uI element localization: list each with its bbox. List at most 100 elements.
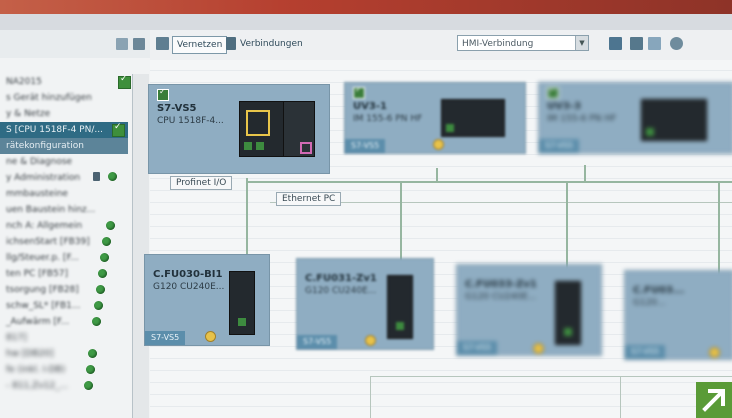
device-name: C.FU031-Zv1 <box>305 273 377 284</box>
profinet-bus-line <box>246 181 732 183</box>
port-icon <box>238 318 246 326</box>
network-tag: S7-VS5 <box>457 341 498 355</box>
highlight-icon[interactable] <box>630 37 643 50</box>
tree-item[interactable]: - 811,Zv12_... <box>0 378 128 394</box>
status-ok-icon <box>84 381 93 390</box>
status-ok-icon <box>106 221 115 230</box>
vernetzen-button[interactable]: Vernetzen <box>172 36 228 54</box>
status-icon <box>709 347 720 358</box>
status-icon <box>433 139 444 150</box>
connection-icon[interactable] <box>226 37 236 50</box>
device-uv3-3[interactable]: UV3-3 IM 155-6 PN HF S7-VS5 <box>538 82 732 154</box>
status-ok-icon <box>108 172 117 181</box>
network-icon[interactable] <box>156 37 169 50</box>
external-link-icon[interactable] <box>696 382 732 418</box>
status-ok-icon <box>102 237 111 246</box>
port-icon <box>446 124 454 132</box>
device-type: G120 CU240E... <box>305 286 377 296</box>
device-type: G120... <box>633 298 666 308</box>
address-icon[interactable] <box>609 37 622 50</box>
tree-item[interactable]: mmbausteine <box>0 186 128 202</box>
layout-icon[interactable] <box>648 37 661 50</box>
lock-icon <box>93 172 100 181</box>
tree-item[interactable]: 817] <box>0 330 128 346</box>
check-icon <box>157 87 169 101</box>
status-icon <box>365 335 376 346</box>
io-module <box>441 99 505 137</box>
device-type: IM 155-6 PN HF <box>547 114 617 124</box>
verbindungen-button[interactable]: Verbindungen <box>240 36 303 52</box>
tree-item[interactable]: fe (inkl. I-DB) <box>0 362 128 378</box>
ethernet-label: Ethernet PC <box>276 192 342 206</box>
port-icon <box>396 322 404 330</box>
tree-item[interactable]: y & Netze <box>0 106 128 122</box>
drive-module <box>229 271 255 335</box>
status-icon <box>533 343 544 354</box>
drive-module <box>555 281 581 345</box>
device-type: IM 155-6 PN HF <box>353 114 423 124</box>
status-icon <box>205 331 216 342</box>
tree-item[interactable]: ne & Diagnose <box>0 154 128 170</box>
tree-item[interactable]: tsorgung [FB28] <box>0 282 128 298</box>
device-name: C.FU030-BI1 <box>153 269 223 280</box>
status-ok-icon <box>86 365 95 374</box>
device-name: C.FU033-Zv1 <box>465 279 537 290</box>
tree-export-icon[interactable] <box>133 38 145 50</box>
device-cfu031[interactable]: C.FU031-Zv1 G120 CU240E... S7-VS5 <box>296 258 434 350</box>
tree-item[interactable]: hw [DB20] <box>0 346 128 362</box>
connection-type-select[interactable]: HMI-Verbindung ▼ <box>457 35 589 51</box>
network-tag: S7-VS5 <box>297 335 338 349</box>
check-icon <box>118 74 131 89</box>
status-ok-icon <box>100 253 109 262</box>
tree-status-column <box>132 74 149 418</box>
tree-item-selected[interactable]: S [CPU 1518F-4 PN/... <box>0 122 128 138</box>
check-icon <box>112 122 125 137</box>
tree-item[interactable]: NA2015 <box>0 74 128 90</box>
tree-item[interactable]: ten PC [FB57] <box>0 266 128 282</box>
bus-drop-line <box>584 165 586 182</box>
network-tag: S7-VS5 <box>625 345 666 359</box>
profinet-label: Profinet I/O <box>170 176 233 190</box>
connection-type-value: HMI-Verbindung <box>462 39 534 49</box>
drive-module <box>387 275 413 339</box>
tree-item[interactable]: schw_SL* [FB1... <box>0 298 128 314</box>
device-name: UV3-3 <box>547 101 581 112</box>
device-type: G120 CU240E... <box>465 292 537 302</box>
bus-drop-line <box>718 182 720 282</box>
io-module <box>283 101 315 157</box>
network-canvas[interactable]: S7-VS5 CPU 1518F-4... UV3-1 IM 155-6 PN … <box>144 60 732 418</box>
display-icon <box>246 110 270 136</box>
device-uv3-1[interactable]: UV3-1 IM 155-6 PN HF S7-VS5 <box>344 82 526 154</box>
device-cfu033[interactable]: C.FU033-Zv1 G120 CU240E... S7-VS5 <box>456 264 602 356</box>
chevron-down-icon[interactable]: ▼ <box>575 36 588 50</box>
status-ok-icon <box>94 301 103 310</box>
check-icon <box>547 85 559 99</box>
device-s7-cpu[interactable]: S7-VS5 CPU 1518F-4... <box>148 84 330 174</box>
window-title-bar <box>0 0 732 14</box>
cpu-module <box>239 101 285 157</box>
screen: NA2015 s Gerät hinzufügen y & Netze S [C… <box>0 0 732 418</box>
project-tree-toolbar <box>0 30 150 58</box>
device-cfu03x[interactable]: C.FU03... G120... S7-VS5 <box>624 270 732 360</box>
port-icon <box>564 328 572 336</box>
network-tag: S7-VS5 <box>539 139 580 153</box>
lower-bus-line <box>370 376 732 377</box>
device-type: G120 CU240E... <box>153 282 225 292</box>
port-icon <box>300 142 312 154</box>
network-view-toolbar: Vernetzen Verbindungen HMI-Verbindung ▼ <box>150 30 732 61</box>
status-ok-icon <box>88 349 97 358</box>
io-module <box>641 99 707 141</box>
bus-drop-line <box>436 168 438 182</box>
tree-item[interactable]: _Aufwärm [F... <box>0 314 128 330</box>
tree-item[interactable]: uen Baustein hinz... <box>0 202 128 218</box>
status-ok-icon <box>96 285 105 294</box>
status-ok-icon <box>98 269 107 278</box>
port-icon <box>256 142 264 150</box>
device-cfu030[interactable]: C.FU030-BI1 G120 CU240E... S7-VS5 <box>144 254 270 346</box>
tree-view-icon[interactable] <box>116 38 128 50</box>
zoom-icon[interactable] <box>670 37 683 50</box>
device-name: S7-VS5 <box>157 103 197 114</box>
network-tag: S7-VS5 <box>345 139 386 153</box>
tree-item[interactable]: rätekonfiguration <box>0 138 128 154</box>
tree-item[interactable]: s Gerät hinzufügen <box>0 90 128 106</box>
